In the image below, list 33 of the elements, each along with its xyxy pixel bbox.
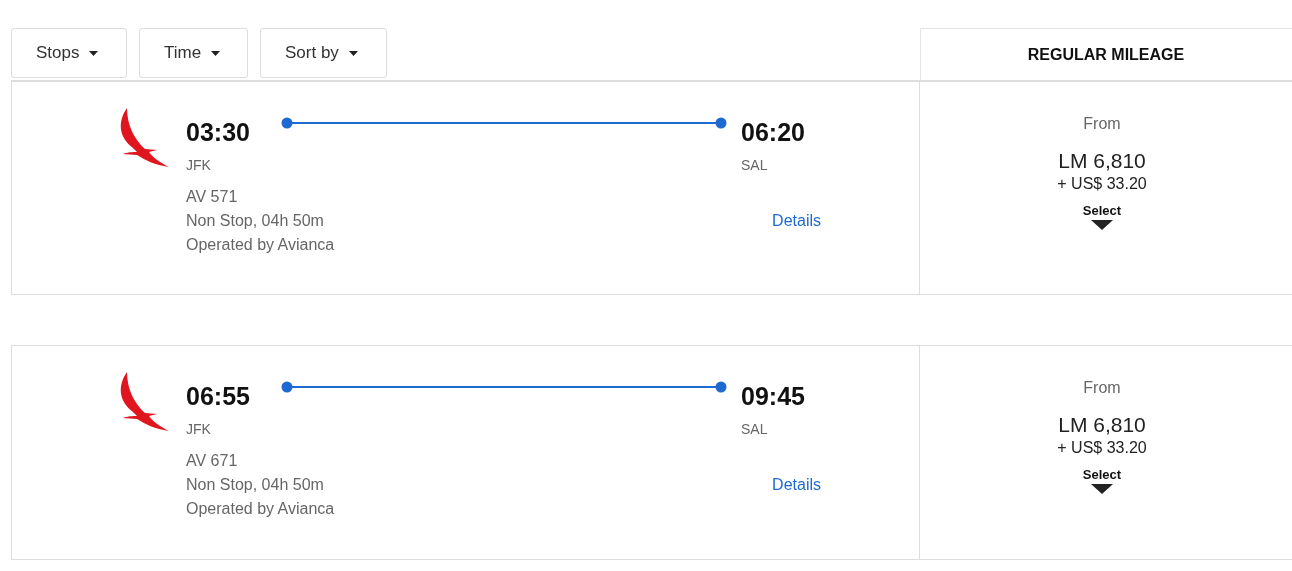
operator-text: Operated by Avianca bbox=[186, 235, 335, 255]
down-triangle-icon bbox=[1091, 484, 1113, 494]
caret-icon bbox=[89, 50, 99, 56]
taxes-price: + US$ 33.20 bbox=[1057, 175, 1147, 193]
departure-airport: JFK bbox=[186, 157, 212, 173]
fare-column-header: REGULAR MILEAGE bbox=[920, 28, 1292, 80]
filter-dropdown[interactable]: Sort by bbox=[260, 28, 387, 78]
filter-dropdown[interactable]: Stops bbox=[11, 28, 127, 78]
from-label: From bbox=[1083, 115, 1121, 133]
arrival-time: 09:45 bbox=[741, 382, 806, 411]
flight-number: AV 671 bbox=[186, 451, 239, 471]
operator-text: Operated by Avianca bbox=[186, 499, 335, 519]
select-button[interactable]: Select bbox=[1082, 203, 1122, 230]
taxes-price: + US$ 33.20 bbox=[1057, 439, 1147, 457]
flight-number: AV 571 bbox=[186, 187, 239, 207]
caret-icon bbox=[348, 50, 358, 56]
details-link[interactable]: Details bbox=[772, 476, 821, 494]
miles-price: LM 6,810 bbox=[1058, 413, 1146, 437]
arrival-time: 06:20 bbox=[741, 118, 806, 147]
select-button[interactable]: Select bbox=[1082, 467, 1122, 494]
arrival-airport: SAL bbox=[741, 157, 769, 173]
departure-time: 03:30 bbox=[186, 118, 251, 147]
arrival-airport: SAL bbox=[741, 421, 769, 437]
departure-airport: JFK bbox=[186, 421, 212, 437]
from-label: From bbox=[1083, 379, 1121, 397]
filter-dropdown[interactable]: Time bbox=[139, 28, 248, 78]
details-link[interactable]: Details bbox=[772, 212, 821, 230]
caret-icon bbox=[211, 50, 221, 56]
down-triangle-icon bbox=[1091, 220, 1113, 230]
stops-duration: Non Stop, 04h 50m bbox=[186, 475, 325, 495]
stops-duration: Non Stop, 04h 50m bbox=[186, 211, 325, 231]
departure-time: 06:55 bbox=[186, 382, 251, 411]
miles-price: LM 6,810 bbox=[1058, 149, 1146, 173]
